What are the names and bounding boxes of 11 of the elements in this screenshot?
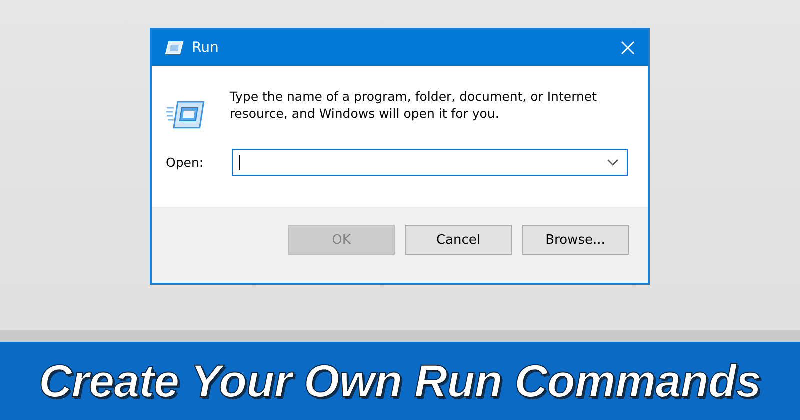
open-combobox[interactable] <box>232 149 628 176</box>
open-label: Open: <box>166 155 205 170</box>
run-icon <box>166 100 206 130</box>
close-icon[interactable] <box>621 41 635 55</box>
cancel-button[interactable]: Cancel <box>405 225 512 255</box>
headline: Create Your Own Run Commands <box>38 354 762 408</box>
window-title: Run <box>192 40 220 56</box>
run-icon <box>164 41 184 55</box>
chevron-down-icon[interactable] <box>607 158 619 166</box>
browse-button[interactable]: Browse... <box>522 225 629 255</box>
instruction-text: Type the name of a program, folder, document, or Internet resource, and Windows will open it for you. <box>230 88 598 122</box>
